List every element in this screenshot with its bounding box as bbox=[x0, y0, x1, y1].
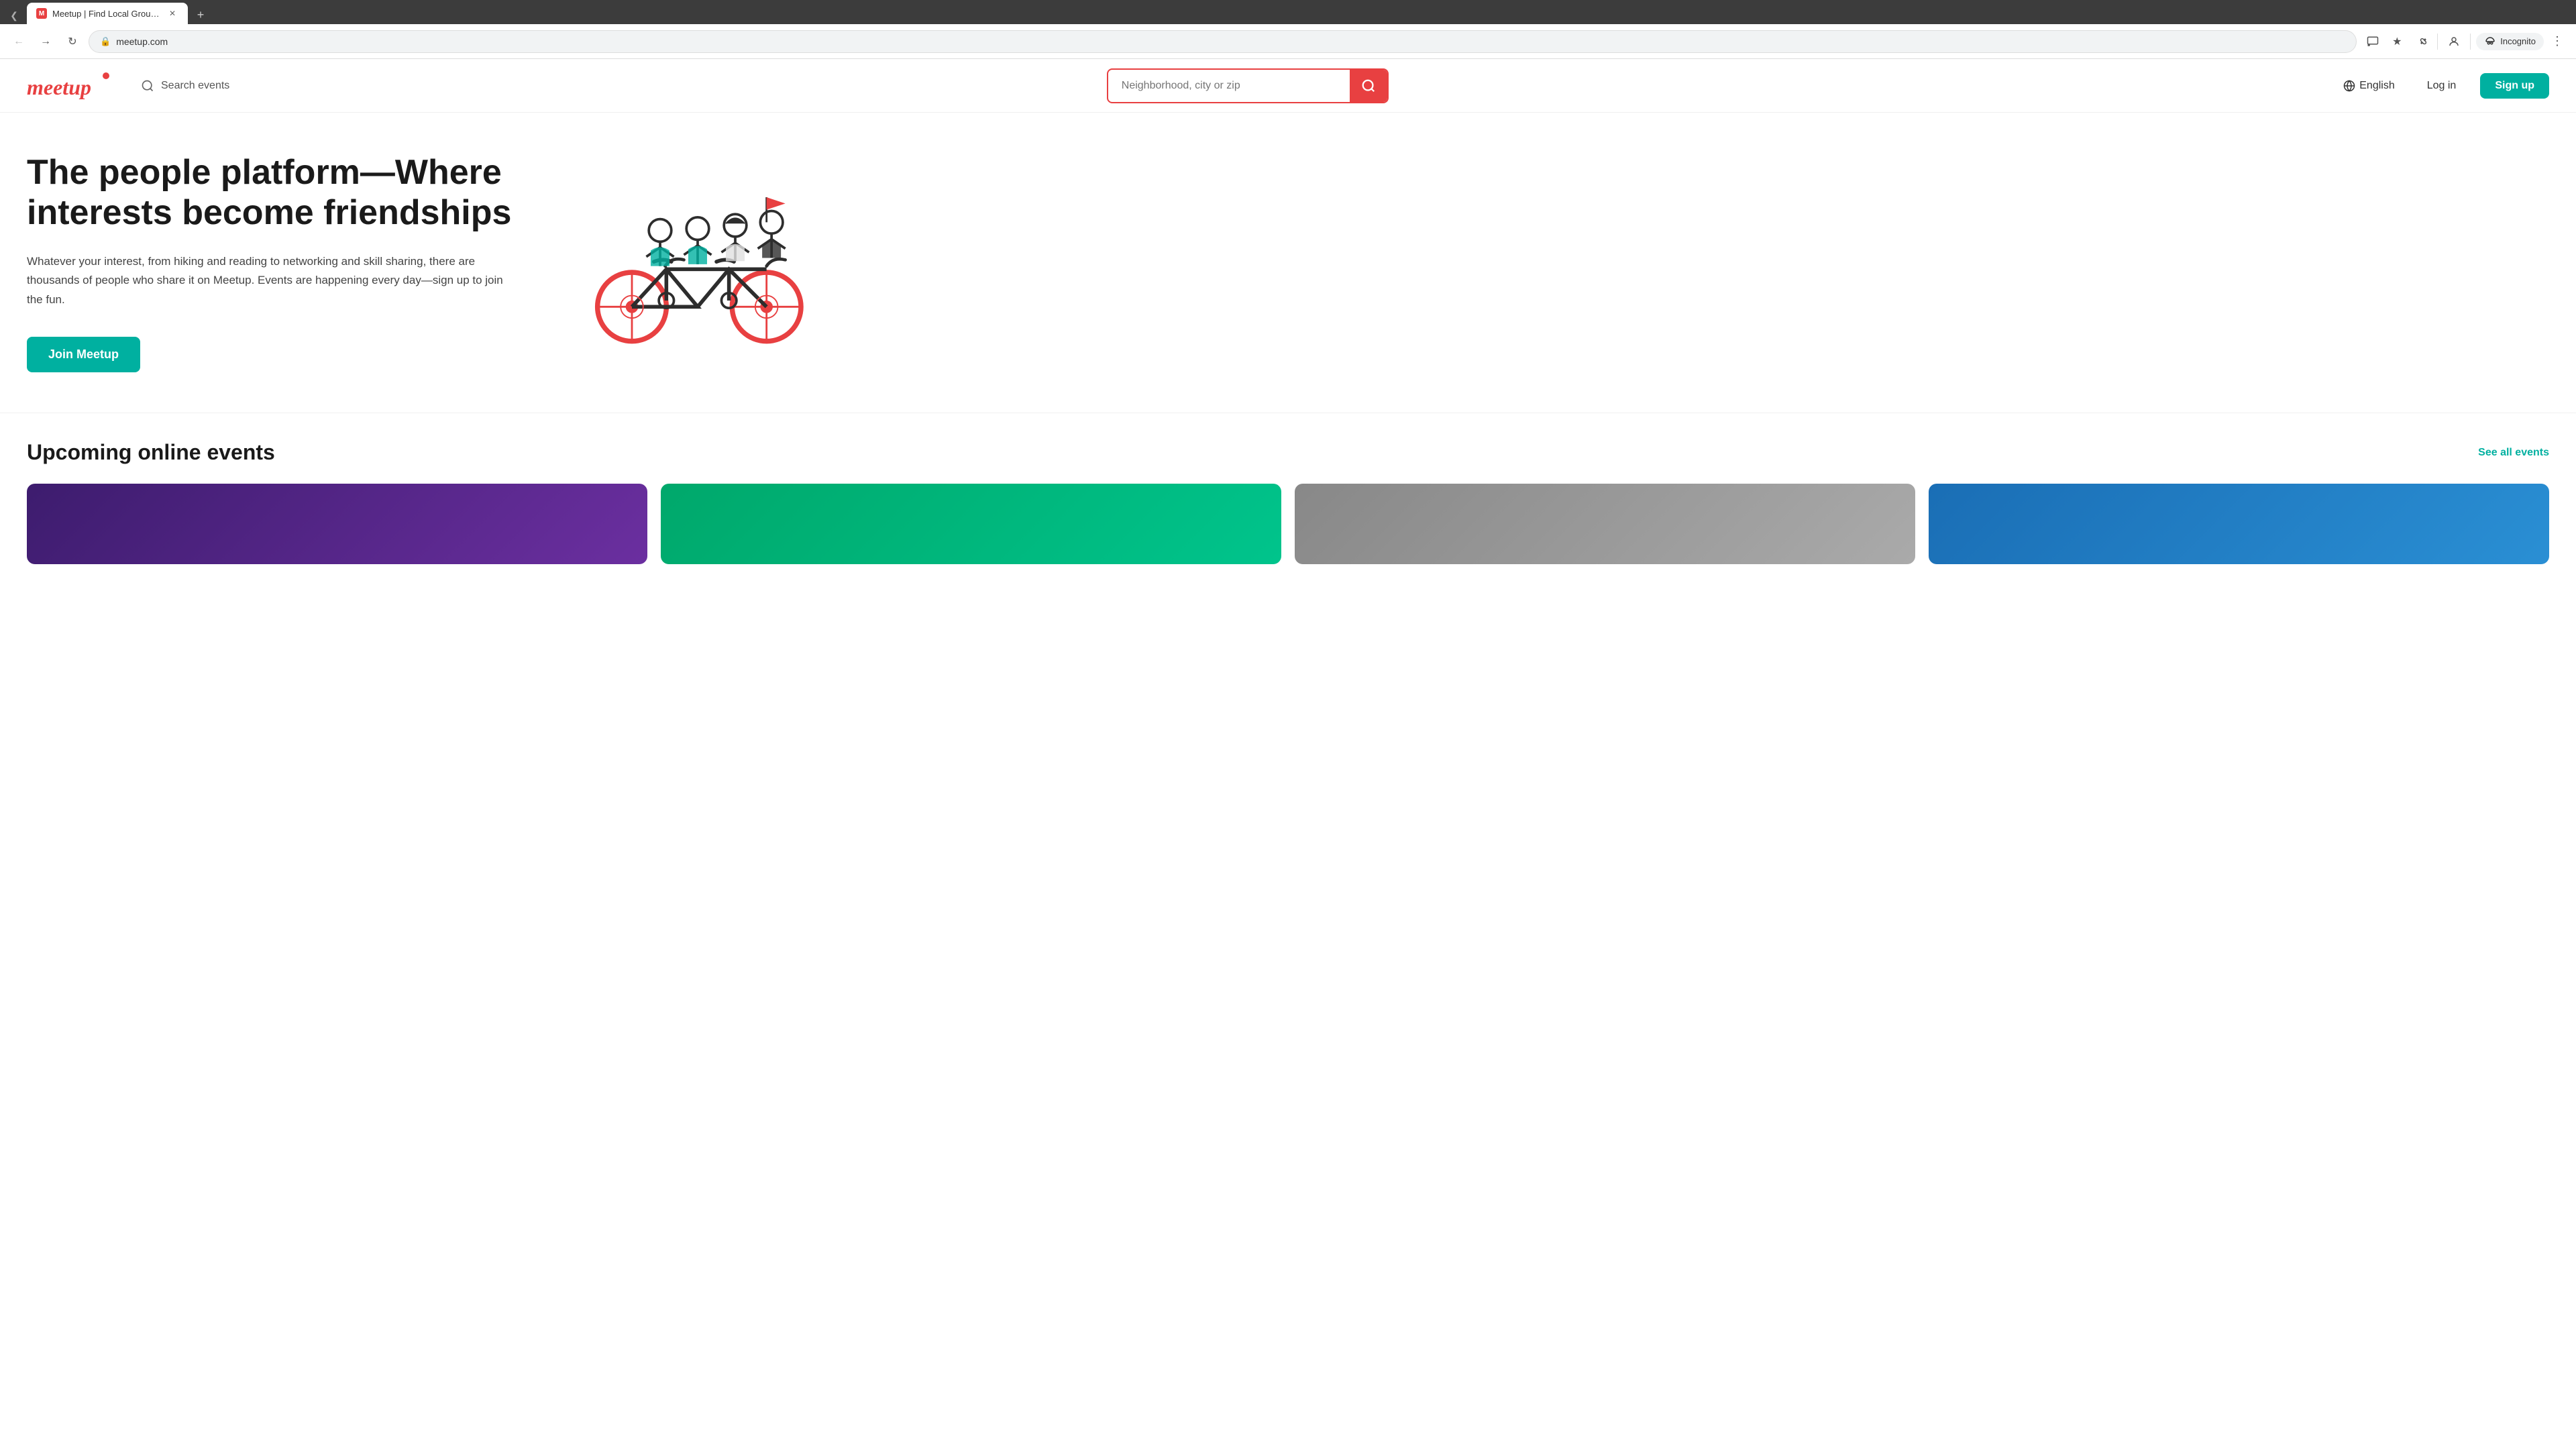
search-events-label: Search events bbox=[161, 80, 229, 92]
tab-favicon: M bbox=[36, 8, 47, 19]
language-label: English bbox=[2359, 80, 2394, 92]
tab-bar: ❮ M Meetup | Find Local Groups, Ev... ✕ … bbox=[0, 0, 2576, 24]
location-search-icon bbox=[1361, 78, 1376, 93]
location-input[interactable] bbox=[1108, 80, 1350, 92]
site-header: meetup Search events English Log in bbox=[0, 59, 2576, 113]
refresh-button[interactable]: ↻ bbox=[62, 31, 83, 52]
header-actions: English Log in Sign up bbox=[2335, 73, 2549, 99]
tab-close-button[interactable]: ✕ bbox=[166, 7, 178, 19]
svg-text:meetup: meetup bbox=[27, 75, 91, 99]
browser-tab-active[interactable]: M Meetup | Find Local Groups, Ev... ✕ bbox=[27, 3, 188, 24]
tab-nav-back-button[interactable]: ❮ bbox=[5, 7, 23, 24]
address-bar[interactable]: 🔒 meetup.com bbox=[89, 30, 2357, 53]
signup-button[interactable]: Sign up bbox=[2480, 73, 2549, 99]
event-card-1[interactable] bbox=[27, 484, 647, 564]
cast-button[interactable] bbox=[2362, 31, 2383, 52]
login-button[interactable]: Log in bbox=[2416, 74, 2467, 97]
extensions-button[interactable] bbox=[2410, 31, 2432, 52]
bookmark-button[interactable]: ★ bbox=[2386, 31, 2408, 52]
browser-menu-button[interactable]: ⋮ bbox=[2546, 31, 2568, 52]
signup-label: Sign up bbox=[2495, 80, 2534, 91]
incognito-label: Incognito bbox=[2500, 36, 2536, 46]
search-events-button[interactable]: Search events bbox=[130, 71, 240, 101]
logo-svg: meetup bbox=[27, 70, 114, 101]
tab-title: Meetup | Find Local Groups, Ev... bbox=[52, 9, 161, 19]
lock-icon: 🔒 bbox=[100, 36, 111, 47]
hero-section: The people platform—Where interests beco… bbox=[0, 113, 1006, 413]
toolbar-divider bbox=[2437, 34, 2438, 50]
hero-illustration bbox=[564, 169, 832, 357]
join-label: Join Meetup bbox=[48, 347, 119, 361]
events-grid bbox=[27, 484, 2549, 564]
toolbar-actions: ★ Incognito ⋮ bbox=[2362, 31, 2568, 52]
address-text: meetup.com bbox=[116, 36, 2345, 47]
see-all-events-link[interactable]: See all events bbox=[2478, 447, 2549, 459]
incognito-badge[interactable]: Incognito bbox=[2476, 33, 2544, 50]
tandem-bike-illustration bbox=[570, 169, 825, 357]
browser-chrome: ❮ M Meetup | Find Local Groups, Ev... ✕ … bbox=[0, 0, 2576, 59]
profile-button[interactable] bbox=[2443, 31, 2465, 52]
event-card-3[interactable] bbox=[1295, 484, 1915, 564]
hero-title: The people platform—Where interests beco… bbox=[27, 153, 537, 233]
join-meetup-button[interactable]: Join Meetup bbox=[27, 337, 140, 372]
upcoming-header: Upcoming online events See all events bbox=[27, 440, 2549, 465]
toolbar-divider-2 bbox=[2470, 34, 2471, 50]
login-label: Log in bbox=[2427, 80, 2457, 91]
search-events-icon bbox=[141, 79, 154, 93]
location-search-wrap bbox=[1107, 68, 1389, 103]
event-card-2[interactable] bbox=[661, 484, 1281, 564]
event-card-4[interactable] bbox=[1929, 484, 2549, 564]
back-button[interactable]: ← bbox=[8, 31, 30, 52]
hero-text: The people platform—Where interests beco… bbox=[27, 153, 537, 372]
upcoming-title: Upcoming online events bbox=[27, 440, 275, 465]
site-content: meetup Search events English Log in bbox=[0, 59, 2576, 1422]
location-search-button[interactable] bbox=[1350, 70, 1387, 102]
new-tab-button[interactable]: + bbox=[191, 5, 211, 24]
upcoming-events-section: Upcoming online events See all events bbox=[0, 413, 2576, 578]
browser-toolbar: ← → ↻ 🔒 meetup.com ★ Incognito ⋮ bbox=[0, 24, 2576, 59]
language-button[interactable]: English bbox=[2335, 74, 2402, 97]
globe-icon bbox=[2343, 80, 2355, 92]
meetup-logo[interactable]: meetup bbox=[27, 70, 114, 101]
hero-description: Whatever your interest, from hiking and … bbox=[27, 252, 510, 311]
forward-button[interactable]: → bbox=[35, 31, 56, 52]
